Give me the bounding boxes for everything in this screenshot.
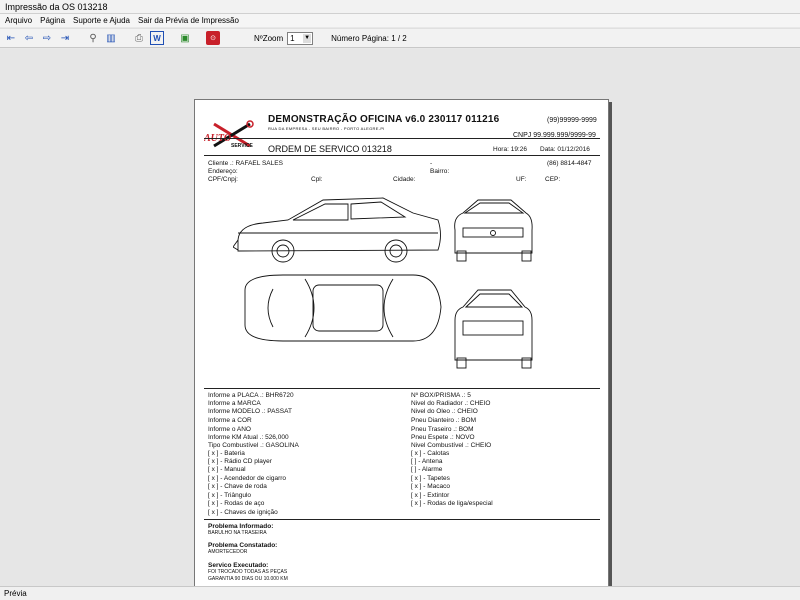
car-side-view [233,197,441,263]
last-page-icon[interactable]: ⇥ [58,31,72,45]
status-bar: Prévia [0,586,800,600]
checklist-item: [ x ] - Rodas de aço [208,500,265,507]
vehicle-field: Nº BOX/PRISMA .: 5 [411,392,471,399]
vehicle-field: Pneu Traseiro .: BOM [411,426,474,433]
page-number: Número Página: 1 / 2 [331,33,407,43]
problem-reported-text: BARULHO NA TRASEIRA [208,530,267,536]
client-phone: (86) 8814-4847 [547,160,592,167]
vehicle-field: Nivel do Oleo .: CHEIO [411,408,478,415]
checklist-item: [ ] - Antena [411,458,443,465]
zoom-select[interactable]: 1 ▼ [287,31,314,45]
prev-page-icon[interactable]: ⇦ [22,31,36,45]
client-cep: CEP: [545,176,561,183]
checklist-item: [ x ] - Macaco [411,483,451,490]
checklist-item: [ x ] - Triângulo [208,492,251,499]
document-page: AUTO SERVICE DEMONSTRAÇÃO OFICINA v6.0 2… [194,99,609,600]
client-name: Cliente .: RAFAEL SALES [208,160,283,167]
vehicle-field: Informe o ANO [208,426,251,433]
client-cpf: CPF/Cnpj: [208,176,238,183]
word-icon[interactable]: W [150,31,164,45]
menu-suporte[interactable]: Suporte e Ajuda [73,14,130,27]
chevron-down-icon: ▼ [303,33,312,43]
service-heading: Servico Executado: [208,562,269,569]
company-address: RUA DA EMPRESA - SEU BAIRRO - PORTO ALEG… [268,126,385,131]
problem-found-heading: Problema Constatado: [208,542,278,549]
checklist-item: [ x ] - Tapetes [411,475,450,482]
client-dash: - [430,160,433,167]
first-page-icon[interactable]: ⇤ [4,31,18,45]
divider [204,519,600,520]
pdf-icon[interactable]: ⊙ [206,31,220,45]
checklist-item: [ x ] - Chaves de ignição [208,509,278,516]
print-icon[interactable]: ⎙ [132,31,146,45]
vehicle-field: Nivel Combustível .: CHEIO [411,442,492,449]
menu-sair[interactable]: Sair da Prévia de Impressão [138,14,239,27]
os-date: Data: 01/12/2016 [540,146,590,153]
checklist-item: [ x ] - Bateria [208,450,245,457]
vehicle-field: Informe a PLACA .: BHR6720 [208,392,294,399]
client-address: Endereço: [208,168,238,175]
os-title: ORDEM DE SERVICO 013218 [268,144,392,154]
vehicle-field: Informe KM Atual .: 526,000 [208,434,289,441]
company-name: DEMONSTRAÇÃO OFICINA v6.0 230117 011216 [268,114,500,125]
checklist-item: [ x ] - Acendedor de cigarro [208,475,287,482]
menu-arquivo[interactable]: Arquivo [5,14,32,27]
client-bairro: Bairro: [430,168,450,175]
vehicle-field: Pneu Espete .: NOVO [411,434,475,441]
checklist-item: [ x ] - Calotas [411,450,450,457]
export-icon[interactable]: ▣ [178,31,192,45]
client-uf: UF: [516,176,527,183]
vehicle-field: Tipo Combustível .: GASOLINA [208,442,299,449]
checklist-item: [ x ] - Chave de roda [208,483,267,490]
menu-pagina[interactable]: Página [40,14,65,27]
company-phone: (99)99999-9999 [547,117,597,124]
os-time: Hora: 19:26 [493,146,527,153]
window-title: Impressão da OS 013218 [0,0,800,14]
checklist-item: [ x ] - Rodas de liga/especial [411,500,493,507]
book-icon[interactable]: ▥ [104,31,118,45]
toolbar: ⇤ ⇦ ⇨ ⇥ ⚲ ▥ ⎙ W ▣ ⊙ NºZoom 1 ▼ Número Pá… [0,28,800,48]
zoom-label: NºZoom [254,33,284,43]
car-rear-view [454,289,533,369]
client-city: Cidade: [393,176,416,183]
next-page-icon[interactable]: ⇨ [40,31,54,45]
divider [204,155,600,156]
vehicle-field: Pneu Dianteiro .: BOM [411,417,477,424]
problem-found-text: AMORTECEDOR [208,549,248,555]
svg-text:SERVICE: SERVICE [231,143,254,149]
problem-reported-heading: Problema Informado: [208,523,274,530]
menu-bar: Arquivo Página Suporte e Ajuda Sair da P… [0,14,800,27]
checklist-item: [ ] - Alarme [411,466,443,473]
preview-canvas[interactable]: AUTO SERVICE DEMONSTRAÇÃO OFICINA v6.0 2… [0,49,800,600]
vehicle-field: Nivel do Radiador .: CHEIO [411,400,491,407]
divider [204,388,600,389]
vehicle-field: Informe MODELO .: PASSAT [208,408,292,415]
divider [204,138,600,139]
service-text: GARANTIA 90 DIAS OU 10.000 KM [208,576,288,582]
vehicle-field: Informe a MARCA [208,400,261,407]
car-top-view [244,274,442,342]
vehicle-field: Informe a COR [208,417,252,424]
service-text: FOI TROCADO TODAS AS PEÇAS [208,569,288,575]
vehicle-diagram [233,197,533,369]
checklist-item: [ x ] - Extintor [411,492,450,499]
client-cpl: Cpl: [311,176,323,183]
checklist-item: [ x ] - Manual [208,466,246,473]
zoom-icon[interactable]: ⚲ [86,31,100,45]
checklist-item: [ x ] - Rádio CD player [208,458,272,465]
car-front-view [454,199,533,262]
company-logo: AUTO SERVICE [204,120,254,149]
